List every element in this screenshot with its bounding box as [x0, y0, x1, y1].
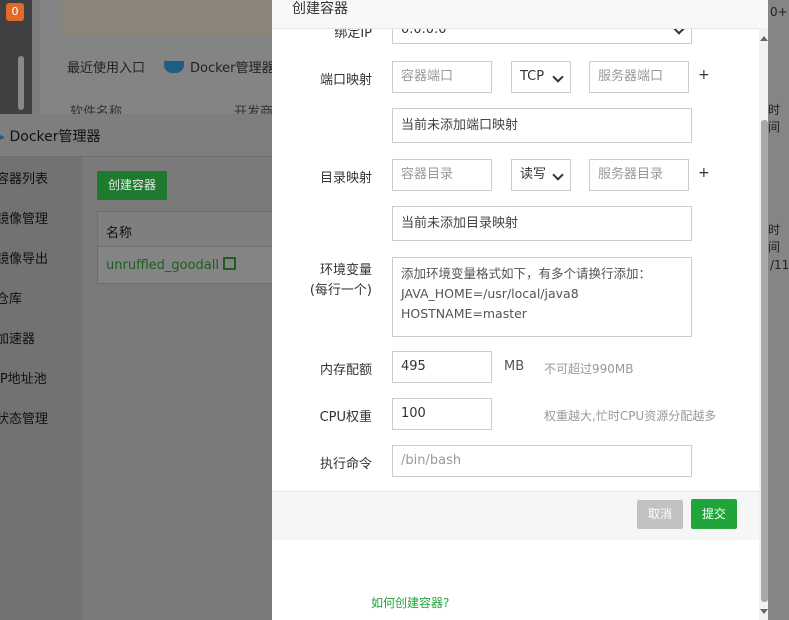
dir-map-list: 当前未添加目录映射 — [392, 206, 692, 241]
scroll-down-icon[interactable] — [760, 609, 768, 614]
sidebar-item-status[interactable]: 状态管理 — [0, 408, 48, 427]
cpu-input[interactable]: 100 — [392, 398, 492, 430]
mount-mode-value: 读写 — [520, 167, 547, 182]
memory-input[interactable]: 495 — [392, 351, 492, 383]
docker-whale-icon — [164, 61, 184, 73]
sidebar-item-accelerator[interactable]: 加速器 — [0, 328, 35, 347]
dir-map-label: 目录映射 — [319, 171, 372, 186]
create-container-button[interactable]: 创建容器 — [97, 171, 167, 200]
right-edge-text: 时间 — [768, 223, 781, 254]
right-edge-text: /11 — [770, 258, 789, 272]
docker-window-title-text: Docker管理器 — [9, 129, 101, 145]
add-dir-button[interactable]: + — [698, 165, 710, 181]
dialog-title: 创建容器 — [292, 1, 348, 17]
port-map-list: 当前未添加端口映射 — [392, 108, 692, 143]
chevron-down-icon — [552, 169, 564, 181]
env-placeholder-line: 添加环境变量格式如下，有多个请换行添加： — [401, 266, 652, 281]
create-container-dialog: 创建容器 绑定IP 0.0.0.0 创建容器 端口映射 容器端口 TCP 服务器… — [272, 0, 768, 620]
docker-window-title: ▸ Docker管理器 — [0, 126, 101, 146]
protocol-value: TCP — [520, 69, 545, 84]
sidebar-item-image-manage[interactable]: 镜像管理 — [0, 208, 48, 227]
protocol-select[interactable]: TCP — [511, 61, 571, 93]
cpu-hint: 权重越大,忙时CPU资源分配越多 — [544, 409, 717, 423]
mount-mode-select[interactable]: 读写 — [511, 159, 571, 191]
memory-hint: 不可超过990MB — [544, 362, 634, 376]
dialog-footer — [272, 491, 762, 540]
env-placeholder-line: HOSTNAME=master — [401, 306, 527, 321]
dialog-scrollbar-thumb[interactable] — [761, 120, 768, 602]
docker-entry-text: Docker管理器 — [190, 61, 275, 76]
sidebar-item-container-list[interactable]: 容器列表 — [0, 168, 48, 187]
container-port-input[interactable]: 容器端口 — [392, 61, 492, 93]
edit-icon[interactable] — [222, 257, 236, 270]
cpu-label: CPU权重 — [319, 410, 372, 425]
sidebar-item-image-export[interactable]: 镜像导出 — [0, 248, 48, 267]
env-placeholder-line: JAVA_HOME=/usr/local/java8 — [401, 286, 579, 301]
memory-label: 内存配额 — [319, 363, 372, 378]
submit-button[interactable]: 提交 — [691, 499, 737, 529]
container-dir-input[interactable]: 容器目录 — [392, 159, 492, 191]
env-label: 环境变量 — [319, 263, 372, 278]
help-link[interactable]: 如何创建容器? — [371, 594, 449, 611]
scroll-up-icon[interactable] — [760, 36, 768, 41]
env-textarea[interactable]: 添加环境变量格式如下，有多个请换行添加： JAVA_HOME=/usr/loca… — [392, 257, 692, 337]
right-edge-text: 0+ — [770, 5, 788, 19]
docker-play-icon: ▸ — [0, 129, 6, 145]
left-scrollbar[interactable] — [18, 56, 24, 110]
server-port-input[interactable]: 服务器端口 — [589, 61, 689, 93]
container-name-link[interactable]: unruffled_goodall — [106, 257, 236, 273]
port-map-label: 端口映射 — [319, 73, 372, 88]
command-input[interactable]: /bin/bash — [392, 445, 692, 477]
right-edge-panel — [768, 0, 789, 620]
docker-entry-link[interactable]: Docker管理器 — [164, 57, 275, 76]
table-col-name: 名称 — [106, 226, 133, 241]
right-edge-text: 时间 — [768, 103, 781, 134]
container-name-text: unruffled_goodall — [106, 258, 219, 273]
memory-unit: MB — [504, 359, 525, 374]
add-port-button[interactable]: + — [698, 67, 710, 83]
recent-entry-label: 最近使用入口 — [67, 61, 146, 76]
chevron-down-icon — [552, 71, 564, 83]
banner — [62, 0, 272, 36]
command-label: 执行命令 — [319, 457, 372, 472]
cancel-button[interactable]: 取消 — [637, 500, 683, 529]
sidebar-item-repository[interactable]: 仓库 — [0, 288, 22, 307]
env-label-hint: (每行一个) — [309, 283, 372, 298]
sidebar-item-ip-pool[interactable]: IP地址池 — [0, 368, 47, 387]
server-dir-input[interactable]: 服务器目录 — [589, 159, 689, 191]
notification-badge[interactable]: 0 — [6, 3, 24, 21]
